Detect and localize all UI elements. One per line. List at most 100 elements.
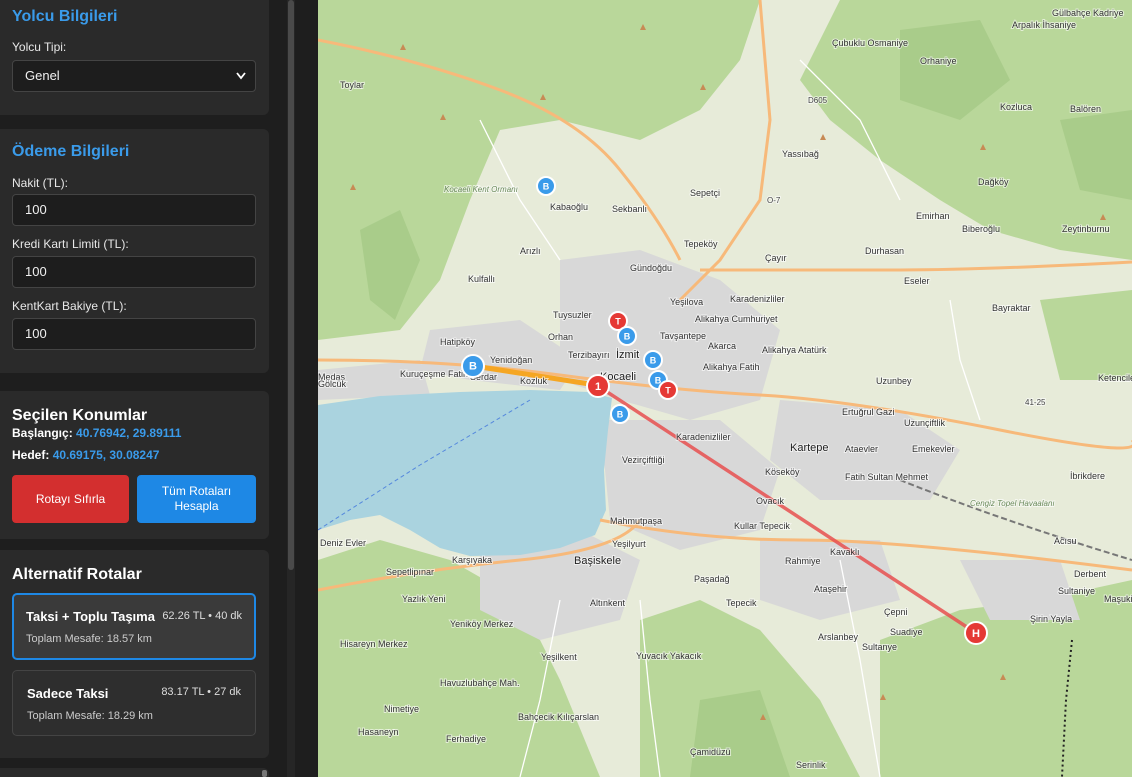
place-label: Yazlık Yeni xyxy=(402,594,445,604)
tram-stop-marker[interactable]: T xyxy=(658,380,678,400)
stop-marker-label: B xyxy=(543,182,550,192)
payment-title: Ödeme Bilgileri xyxy=(12,143,130,160)
sidebar-scroll-thumb[interactable] xyxy=(288,0,294,570)
place-label: Dağköy xyxy=(978,177,1009,187)
credit-input[interactable]: 100 xyxy=(12,256,256,288)
place-label: Serinlik xyxy=(796,760,826,770)
place-label: Yuvacık Yakacık xyxy=(636,651,702,661)
place-label: Emekevler xyxy=(912,444,955,454)
place-label: Emirhan xyxy=(916,211,950,221)
place-label: Mahmutpaşa xyxy=(610,516,662,526)
place-label: Sultanye xyxy=(862,642,897,652)
place-label: O-7 xyxy=(767,196,781,205)
place-label: Suadiye xyxy=(890,627,923,637)
place-label: Ataşehir xyxy=(814,584,847,594)
place-label: Çamidüzü xyxy=(690,747,731,757)
place-label: Terzibayırı xyxy=(568,350,610,360)
place-label: Uzunbey xyxy=(876,376,912,386)
route-option-taxi-transit[interactable]: Taksi + Toplu Taşıma 62.26 TL • 40 dk To… xyxy=(12,593,256,660)
place-label: Sepetçi xyxy=(690,188,720,198)
place-label: Arslanbey xyxy=(818,632,859,642)
calculate-routes-button[interactable]: Tüm Rotaları Hesapla xyxy=(137,475,256,523)
map[interactable]: Gülbahçe Kadriye Arpalık İhsaniye Çubuklu … xyxy=(318,0,1132,777)
passenger-title: Yolcu Bilgileri xyxy=(12,8,118,25)
place-label: Uzunçiftlik xyxy=(904,418,946,428)
cash-input[interactable]: 100 xyxy=(12,194,256,226)
place-label: Cengiz Topel Havaalanı xyxy=(970,499,1055,508)
bus-stop-marker[interactable]: B xyxy=(536,176,556,196)
place-label: Altınkent xyxy=(590,598,626,608)
place-label: Gülbahçe Kadriye xyxy=(1052,8,1124,18)
place-label: Yenidoğan xyxy=(490,355,532,365)
place-label: Balören xyxy=(1070,104,1101,114)
place-label: Deniz Evler xyxy=(320,538,366,548)
route-option-taxi-only[interactable]: Sadece Taksi 83.17 TL • 27 dk Toplam Mes… xyxy=(12,670,256,736)
place-label: Alikahya Fatih xyxy=(703,362,760,372)
place-label: Başiskele xyxy=(574,555,621,567)
bus-stop-marker[interactable]: B xyxy=(617,326,637,346)
place-label: Gölcük xyxy=(318,379,347,389)
place-label: Kocaeli Kent Ormanı xyxy=(444,185,518,194)
place-label: Yeşilova xyxy=(670,297,703,307)
bus-stop-marker[interactable]: B xyxy=(461,354,485,378)
route-name: Sadece Taksi xyxy=(27,686,109,701)
passenger-type-label: Yolcu Tipi: xyxy=(12,40,67,54)
place-label: Çepni xyxy=(884,607,908,617)
target-value: 40.69175, 30.08247 xyxy=(52,448,160,462)
place-label: İzmit xyxy=(616,348,639,361)
reset-route-button[interactable]: Rotayı Sıfırla xyxy=(12,475,129,523)
place-label: Ferhadiye xyxy=(446,734,486,744)
place-label: Biberoğlu xyxy=(962,224,1000,234)
bus-stop-marker[interactable]: B xyxy=(643,350,663,370)
bus-stop-marker[interactable]: B xyxy=(610,404,630,424)
place-label: Çayır xyxy=(765,253,787,263)
place-label: Kullar Tepecik xyxy=(734,521,790,531)
place-label: Zeytinburnu xyxy=(1062,224,1110,234)
map-canvas[interactable]: Gülbahçe Kadriye Arpalık İhsaniye Çubuklu … xyxy=(318,0,1132,777)
start-marker-label: 1 xyxy=(595,381,601,393)
start-label: Başlangıç: xyxy=(12,426,73,440)
scrollbar-bottom-nub xyxy=(262,770,267,777)
passenger-type-value: Genel xyxy=(25,68,60,83)
place-label: Ataevler xyxy=(845,444,878,454)
route-distance: Toplam Mesafe: 18.57 km xyxy=(26,633,152,645)
target-coordinate: Hedef: 40.69175, 30.08247 xyxy=(12,448,159,462)
place-label: Orhaniye xyxy=(920,56,957,66)
kentkart-label: KentKart Bakiye (TL): xyxy=(12,299,127,313)
stop-marker-label: B xyxy=(469,361,477,373)
chevron-down-icon xyxy=(235,61,247,102)
place-label: Köseköy xyxy=(765,467,800,477)
place-label: Kozluca xyxy=(1000,102,1032,112)
start-marker[interactable]: 1 xyxy=(586,374,610,398)
place-label: Toylar xyxy=(340,80,364,90)
place-label: Şirin Yayla xyxy=(1030,614,1072,624)
place-label: Ovacık xyxy=(756,496,785,506)
stop-marker-label: T xyxy=(615,317,621,327)
place-label: Derbent xyxy=(1074,569,1107,579)
place-label: Kartepe xyxy=(790,442,829,454)
stop-marker-label: B xyxy=(650,356,657,366)
kentkart-input[interactable]: 100 xyxy=(12,318,256,350)
start-value: 40.76942, 29.89111 xyxy=(76,426,182,440)
map-gutter xyxy=(295,0,318,777)
end-marker[interactable]: H xyxy=(964,621,988,645)
place-label: Maşukiye xyxy=(1104,594,1132,604)
stop-marker-label: B xyxy=(617,410,624,420)
stop-marker-label: B xyxy=(624,332,631,342)
place-label: Çubuklu Osmaniye xyxy=(832,38,908,48)
place-label: Karşıyaka xyxy=(452,555,492,565)
place-label: Kulfallı xyxy=(468,274,495,284)
payment-card: Ödeme Bilgileri Nakit (TL): 100 Kredi Ka… xyxy=(0,129,269,373)
place-label: Karadenizliler xyxy=(730,294,785,304)
place-label: Eseler xyxy=(904,276,930,286)
place-label: Rahmiye xyxy=(785,556,821,566)
route-distance: Toplam Mesafe: 18.29 km xyxy=(27,710,153,722)
place-label: Bayraktar xyxy=(992,303,1031,313)
passenger-type-select[interactable]: Genel xyxy=(12,60,256,92)
place-label: Durhasan xyxy=(865,246,904,256)
cash-label: Nakit (TL): xyxy=(12,176,69,190)
place-label: Sepetlipınar xyxy=(386,567,434,577)
place-label: Tavşantepe xyxy=(660,331,706,341)
place-label: Vezirçiftliği xyxy=(622,455,665,465)
place-label: Gündoğdu xyxy=(630,263,672,273)
